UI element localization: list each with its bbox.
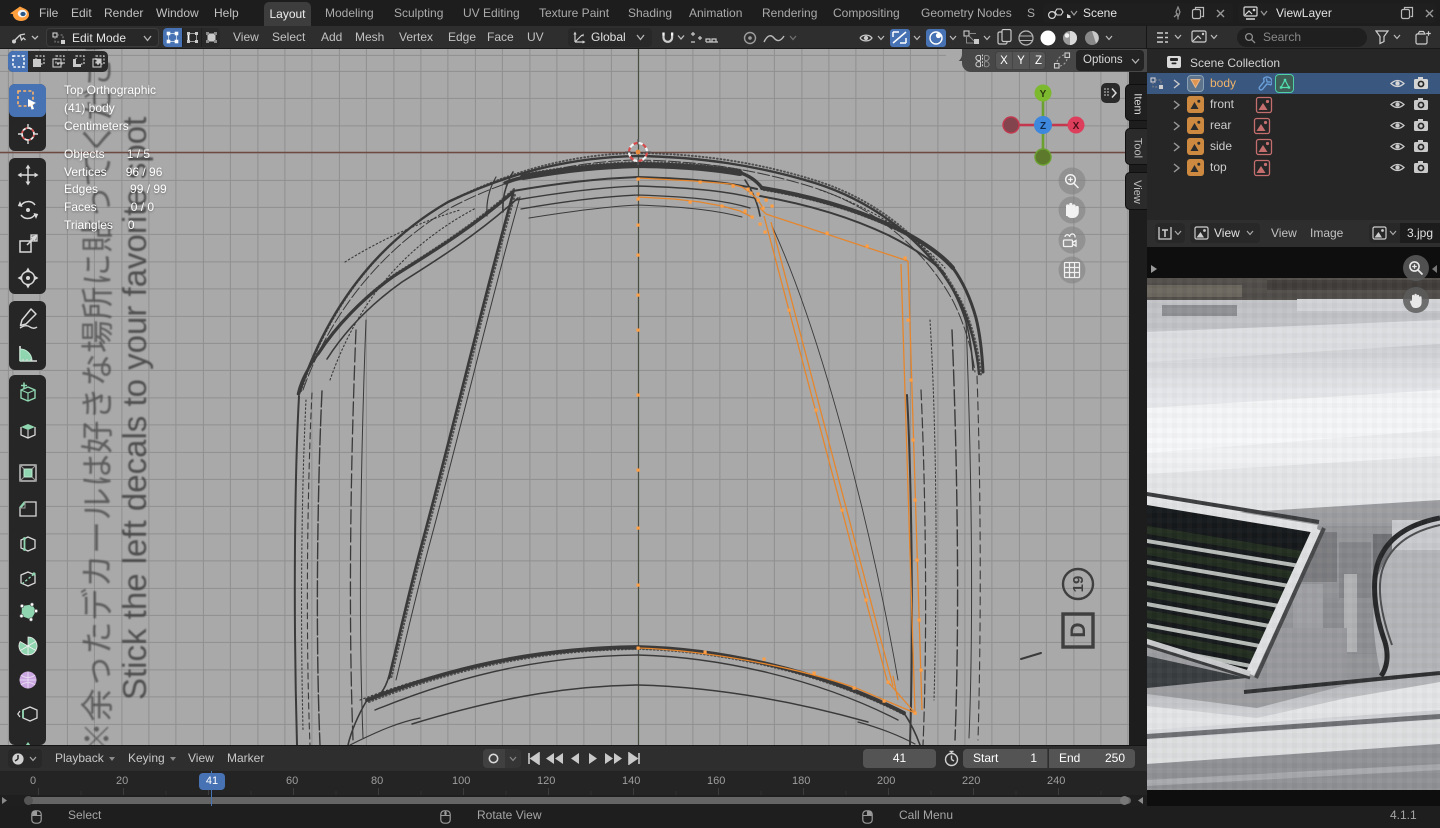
svg-text:Z: Z (1040, 121, 1046, 132)
svg-text:19: 19 (1070, 576, 1087, 593)
svg-text:Y: Y (1040, 89, 1047, 100)
svg-text:X: X (1073, 121, 1080, 132)
svg-text:D: D (1067, 622, 1090, 637)
